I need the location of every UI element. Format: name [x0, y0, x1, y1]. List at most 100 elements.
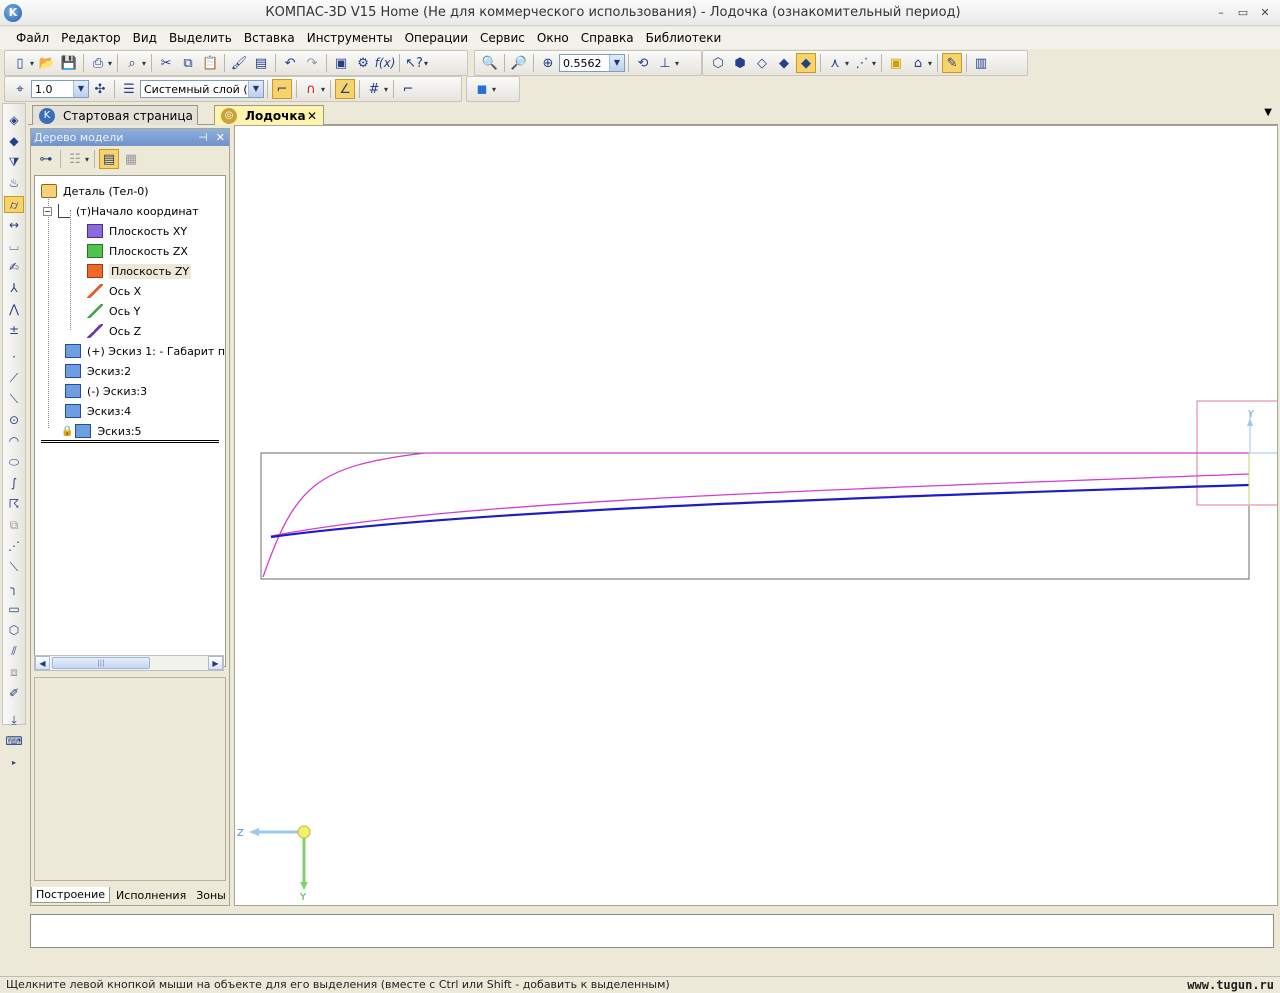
tab-build[interactable]: Построение	[31, 887, 111, 903]
edit-tool-icon[interactable]: ⅄	[4, 280, 24, 297]
print-icon[interactable]: ⎙	[88, 53, 108, 73]
tree-props-icon[interactable]: ▦	[121, 149, 141, 169]
fragment-icon[interactable]: ⌨	[4, 733, 24, 750]
tree-item-origin[interactable]: − (т)Начало координат	[43, 202, 199, 220]
measure-dropdown-icon[interactable]: ▾	[928, 59, 932, 68]
redo-icon[interactable]: ↷	[302, 53, 322, 73]
tree-hscrollbar[interactable]: ◀ ||| ▶	[34, 655, 224, 671]
measure-icon[interactable]: ⌂	[908, 53, 928, 73]
hatch-icon[interactable]: ⫽	[4, 643, 24, 660]
tree-item-sketch-3[interactable]: (-) Эскиз:3	[65, 382, 147, 400]
menu-window[interactable]: Окно	[531, 31, 575, 45]
step-dropdown-icon[interactable]: ▼	[73, 81, 88, 97]
menu-view[interactable]: Вид	[127, 31, 163, 45]
measure-tool-icon[interactable]: ♨	[4, 175, 24, 192]
section-icon[interactable]: ⋰	[852, 53, 872, 73]
contour-icon[interactable]: ⧉	[4, 517, 24, 534]
edit-icon[interactable]: ▥	[971, 53, 991, 73]
cursor-step-icon[interactable]: ⌖	[10, 79, 30, 99]
fillet-icon[interactable]: ╮	[4, 580, 24, 597]
tab-start-page[interactable]: K Стартовая страница	[32, 105, 198, 125]
copy-objects-icon[interactable]: ⧈	[4, 664, 24, 681]
perspective-dropdown-icon[interactable]: ▾	[845, 59, 849, 68]
paint-icon[interactable]: ✐	[4, 685, 24, 702]
menu-help[interactable]: Справка	[575, 31, 640, 45]
close-window-button[interactable]: ✕	[1256, 5, 1274, 21]
rotate-icon[interactable]: ⟲	[633, 53, 653, 73]
close-panel-icon[interactable]: ✕	[216, 129, 225, 146]
paste-icon[interactable]: 📋	[200, 53, 220, 73]
ellipse-icon[interactable]: ⬭	[4, 454, 24, 471]
sketch-mode-icon[interactable]: ✎	[942, 53, 963, 73]
zoom-dropdown-icon[interactable]: ▼	[609, 55, 624, 71]
halftone-edges-icon[interactable]: ◆	[796, 53, 816, 73]
scroll-right-icon[interactable]: ▶	[208, 656, 223, 670]
menu-tools[interactable]: Инструменты	[301, 31, 399, 45]
filter-icon[interactable]: ⧩	[4, 154, 24, 171]
new-dropdown-icon[interactable]: ▾	[30, 59, 34, 68]
perspective-icon[interactable]: ⋏	[825, 53, 845, 73]
arc-icon[interactable]: ◠	[4, 433, 24, 450]
polyline-icon[interactable]: ⋰	[4, 538, 24, 555]
spatial-curves-icon[interactable]: ◆	[4, 133, 24, 150]
tree-item-plane-zy[interactable]: Плоскость ZY	[87, 262, 192, 280]
parametrization-icon[interactable]: ✍	[4, 259, 24, 276]
grid-icon[interactable]: #	[364, 79, 384, 99]
menu-editor[interactable]: Редактор	[55, 31, 126, 45]
zoom-in-icon[interactable]: ⊕	[538, 53, 558, 73]
grid-dropdown-icon[interactable]: ▾	[384, 85, 388, 94]
menu-libraries[interactable]: Библиотеки	[640, 31, 728, 45]
insert-icon[interactable]: ⤓	[4, 712, 24, 729]
hidden-lines-icon[interactable]: ⬢	[730, 53, 750, 73]
layers-icon[interactable]: ☰	[119, 79, 139, 99]
copy-icon[interactable]: ⧉	[178, 53, 198, 73]
zoom-all-icon[interactable]: 🔎	[509, 53, 529, 73]
viewport-drawing[interactable]: Y Z Y	[235, 126, 1277, 905]
cube-icon[interactable]: ▣	[886, 53, 906, 73]
variables-icon[interactable]: f(x)	[375, 53, 396, 73]
bezier-icon[interactable]: ☈	[4, 496, 24, 513]
wireframe-icon[interactable]: ⬡	[708, 53, 728, 73]
magnet-dropdown-icon[interactable]: ▾	[321, 85, 325, 94]
snap-icon[interactable]: ✣	[90, 79, 110, 99]
preview-dropdown-icon[interactable]: ▾	[142, 59, 146, 68]
polygon-icon[interactable]: ⬡	[4, 622, 24, 639]
segment-icon[interactable]: ⟍	[4, 391, 24, 408]
layer-combo[interactable]: Системный слой (0) ▼	[140, 80, 264, 98]
tree-item-axis-z[interactable]: Ось Z	[87, 322, 141, 340]
tree-item-sketch-5[interactable]: 🔒 Эскиз:5	[61, 422, 142, 440]
tab-versions[interactable]: Исполнения	[112, 888, 190, 903]
undo-icon[interactable]: ↶	[280, 53, 300, 73]
tree-item-sketch-4[interactable]: Эскиз:4	[65, 402, 131, 420]
color-style-icon[interactable]: ◼	[472, 79, 492, 99]
save-icon[interactable]: 💾	[59, 53, 79, 73]
open-folder-icon[interactable]: 📂	[37, 53, 57, 73]
tree-item-plane-zx[interactable]: Плоскость ZX	[87, 242, 188, 260]
tab-zones[interactable]: Зоны	[192, 888, 230, 903]
zoom-window-icon[interactable]: 🔍	[480, 53, 500, 73]
tabs-menu-icon[interactable]: ▼	[1264, 107, 1272, 118]
aux-line-icon[interactable]: ⟋	[4, 370, 24, 387]
cut-icon[interactable]: ✂	[156, 53, 176, 73]
menu-operations[interactable]: Операции	[399, 31, 474, 45]
properties-icon[interactable]: ▤	[251, 53, 271, 73]
library-manager-icon[interactable]: ⚙	[353, 53, 373, 73]
rectangle-icon[interactable]: ▭	[4, 601, 24, 618]
scroll-left-icon[interactable]: ◀	[35, 656, 50, 670]
tree-structure-icon[interactable]: ⊶	[36, 149, 56, 169]
section-dropdown-icon[interactable]: ▾	[872, 59, 876, 68]
manager-icon[interactable]: ▣	[331, 53, 351, 73]
step-combo[interactable]: 1.0 ▼	[31, 80, 89, 98]
sketch-icon[interactable]: ⌐	[272, 79, 292, 99]
menu-file[interactable]: Файл	[10, 31, 55, 45]
magnet-icon[interactable]: ∩	[301, 79, 321, 99]
designations-icon[interactable]: ⌴	[4, 238, 24, 255]
ortho-icon[interactable]: ±	[4, 322, 24, 339]
menu-select[interactable]: Выделить	[163, 31, 238, 45]
tree-view-icon[interactable]: ☷	[65, 149, 85, 169]
scroll-thumb[interactable]: |||	[52, 657, 150, 669]
rollback-line[interactable]	[41, 440, 219, 443]
expand-toolbar-icon[interactable]: ▸	[4, 754, 24, 771]
tab-document[interactable]: ◎ Лодочка ✕	[214, 105, 324, 125]
zoom-combo[interactable]: 0.5562 ▼	[559, 54, 625, 72]
